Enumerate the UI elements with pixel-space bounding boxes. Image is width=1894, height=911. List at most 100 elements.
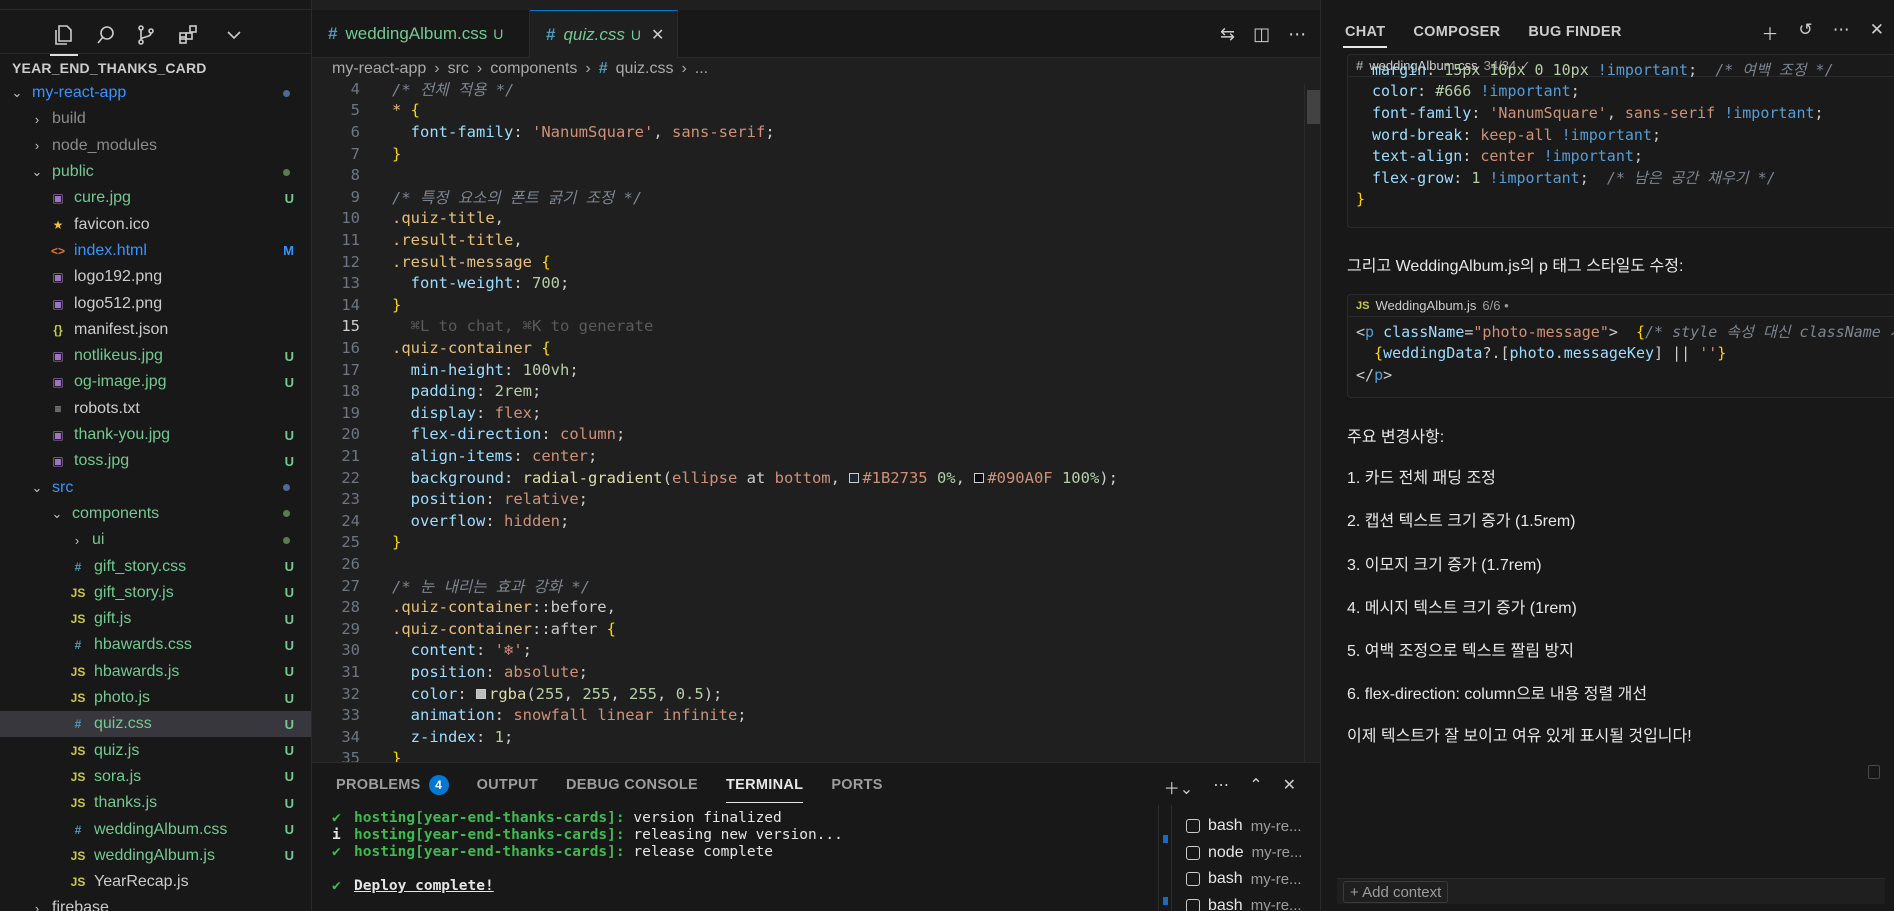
tab-composer[interactable]: COMPOSER bbox=[1413, 24, 1500, 40]
code-line[interactable]: 27 /* 눈 내리는 효과 강화 */ bbox=[312, 575, 590, 597]
code-line[interactable]: 22 background: radial-gradient(ellipse a… bbox=[312, 467, 1118, 489]
code-line[interactable]: 32 color: rgba(255, 255, 255, 0.5); bbox=[312, 683, 722, 705]
tab-chat[interactable]: CHAT bbox=[1342, 24, 1388, 48]
maximize-panel-icon[interactable]: ⌃ bbox=[1249, 775, 1262, 799]
tree-file[interactable]: JS sora.js U bbox=[0, 764, 311, 790]
code-line[interactable]: 11 .result-title, bbox=[312, 229, 522, 251]
color-swatch[interactable] bbox=[849, 473, 860, 484]
terminal-output[interactable]: ✔ hosting[year-end-thanks-cards]: version… bbox=[312, 805, 1162, 911]
extensions-icon[interactable] bbox=[168, 18, 208, 52]
chevron-right-icon[interactable]: › bbox=[30, 112, 44, 127]
code-line[interactable]: 16 .quiz-container { bbox=[312, 337, 550, 359]
code-line[interactable]: 26 bbox=[312, 553, 360, 575]
chevron-down-icon[interactable]: ⌄ bbox=[10, 85, 24, 101]
code-line[interactable]: 18 padding: 2rem; bbox=[312, 380, 541, 402]
tree-file[interactable]: JS hbawards.js U bbox=[0, 659, 311, 685]
code-line[interactable]: 9 /* 특정 요소의 폰트 굵기 조정 */ bbox=[312, 186, 643, 208]
tree-file[interactable]: JS gift_story.js U bbox=[0, 580, 311, 606]
code-line[interactable]: 12 .result-message { bbox=[312, 251, 550, 273]
code-line[interactable]: 29 .quiz-container::after { bbox=[312, 618, 616, 640]
compare-icon[interactable]: ⇆ bbox=[1220, 24, 1235, 45]
code-line[interactable]: 34 z-index: 1; bbox=[312, 726, 513, 748]
code-line[interactable]: 14} bbox=[312, 294, 401, 316]
color-swatch[interactable] bbox=[476, 689, 486, 700]
code-line[interactable]: 30 content: '❄'; bbox=[312, 640, 532, 662]
code-line[interactable]: 21 align-items: center; bbox=[312, 445, 597, 467]
tree-folder[interactable]: ⌄ public bbox=[0, 159, 311, 185]
tree-file[interactable]: <> index.html M bbox=[0, 238, 311, 264]
code-line[interactable]: 20 flex-direction: column; bbox=[312, 424, 625, 446]
tab-ports[interactable]: PORTS bbox=[831, 775, 882, 795]
split-editor-icon[interactable]: ◫ bbox=[1253, 24, 1270, 45]
tree-file[interactable]: # gift_story.css U bbox=[0, 553, 311, 579]
code-editor[interactable]: 4/* 전체 적용 */5 * {6 font-family: 'NanumSqu… bbox=[312, 78, 1312, 762]
breadcrumb-item[interactable]: src bbox=[448, 60, 469, 78]
editor-scroll-thumb[interactable] bbox=[1307, 90, 1321, 124]
tab-problems[interactable]: PROBLEMS 4 bbox=[336, 775, 449, 795]
breadcrumb-item[interactable]: components bbox=[490, 60, 577, 78]
tree-file[interactable]: JS YearRecap.js bbox=[0, 869, 311, 895]
code-line[interactable]: 13 font-weight: 700; bbox=[312, 272, 569, 294]
breadcrumb-item[interactable]: quiz.css bbox=[616, 60, 674, 78]
tree-file[interactable]: JS quiz.js U bbox=[0, 738, 311, 764]
color-swatch[interactable] bbox=[974, 473, 985, 484]
code-line[interactable]: 25} bbox=[312, 532, 401, 554]
code-line[interactable]: 10 .quiz-title, bbox=[312, 208, 504, 230]
tree-file[interactable]: # hbawards.css U bbox=[0, 632, 311, 658]
code-line[interactable]: 15 ⌘L to chat, ⌘K to generate bbox=[312, 316, 653, 338]
tab-bug-finder[interactable]: BUG FINDER bbox=[1528, 24, 1621, 40]
tab-terminal[interactable]: TERMINAL bbox=[726, 775, 804, 803]
tree-file[interactable]: ▣ logo192.png bbox=[0, 264, 311, 290]
code-line[interactable]: 5 * { bbox=[312, 100, 420, 122]
tree-file[interactable]: JS thanks.js U bbox=[0, 790, 311, 816]
breadcrumb-item[interactable]: my-react-app bbox=[332, 60, 426, 78]
tree-file[interactable]: JS gift.js U bbox=[0, 606, 311, 632]
code-block-filename[interactable]: WeddingAlbum.js bbox=[1375, 298, 1476, 313]
chevron-down-icon[interactable]: ⌄ bbox=[30, 480, 44, 496]
history-icon[interactable]: ↺ bbox=[1799, 20, 1813, 45]
terminal-instance[interactable]: bash my-re... bbox=[1186, 893, 1302, 911]
code-line[interactable]: 23 position: relative; bbox=[312, 488, 588, 510]
terminal-instance[interactable]: node my-re... bbox=[1186, 840, 1302, 866]
tree-file[interactable]: ▣ og-image.jpg U bbox=[0, 369, 311, 395]
code-line[interactable]: 19 display: flex; bbox=[312, 402, 541, 424]
tree-file[interactable]: ▣ logo512.png bbox=[0, 290, 311, 316]
code-line[interactable]: 17 min-height: 100vh; bbox=[312, 359, 578, 381]
chevron-right-icon[interactable]: › bbox=[30, 138, 44, 153]
tree-file[interactable]: {} manifest.json bbox=[0, 317, 311, 343]
tree-folder[interactable]: › ui bbox=[0, 527, 311, 553]
code-line[interactable]: 24 overflow: hidden; bbox=[312, 510, 569, 532]
tree-file[interactable]: ▣ toss.jpg U bbox=[0, 448, 311, 474]
close-icon[interactable]: ✕ bbox=[651, 25, 664, 45]
chat-input-area[interactable]: + Add context bbox=[1337, 878, 1885, 904]
tree-folder[interactable]: ⌄ components bbox=[0, 501, 311, 527]
tree-file[interactable]: JS photo.js U bbox=[0, 685, 311, 711]
tab-quiz-css[interactable]: # quiz.css U ✕ bbox=[530, 10, 678, 58]
new-chat-icon[interactable]: ＋ bbox=[1762, 20, 1779, 45]
add-context-button[interactable]: + Add context bbox=[1343, 881, 1449, 903]
terminal-scrollbar[interactable] bbox=[1158, 805, 1172, 911]
code-line[interactable]: 35} bbox=[312, 748, 401, 762]
more-actions-icon[interactable]: ⋯ bbox=[1833, 20, 1850, 45]
tree-file[interactable]: ▣ notlikeus.jpg U bbox=[0, 343, 311, 369]
tree-folder[interactable]: › firebase bbox=[0, 895, 311, 911]
chevron-down-icon[interactable]: ⌄ bbox=[50, 506, 64, 522]
breadcrumb-item[interactable]: ... bbox=[695, 60, 708, 78]
tree-folder[interactable]: › node_modules bbox=[0, 133, 311, 159]
files-icon[interactable] bbox=[44, 18, 84, 56]
code-line[interactable]: 28 .quiz-container::before, bbox=[312, 596, 616, 618]
code-line[interactable]: 6 font-family: 'NanumSquare', sans-serif… bbox=[312, 121, 775, 143]
source-control-icon[interactable] bbox=[126, 18, 166, 52]
tree-file[interactable]: ▣ thank-you.jpg U bbox=[0, 422, 311, 448]
tree-folder[interactable]: ⌄ src bbox=[0, 475, 311, 501]
terminal-instance[interactable]: bash my-re... bbox=[1186, 866, 1302, 892]
close-panel-icon[interactable]: ✕ bbox=[1283, 775, 1296, 799]
close-icon[interactable]: ✕ bbox=[1870, 20, 1884, 45]
editor-scrollbar[interactable] bbox=[1304, 84, 1321, 762]
chevron-right-icon[interactable]: › bbox=[70, 533, 84, 548]
code-line[interactable]: 7} bbox=[312, 143, 402, 165]
code-line[interactable]: 8 bbox=[312, 164, 360, 186]
tree-file[interactable]: # weddingAlbum.css U bbox=[0, 816, 311, 842]
tree-file[interactable]: JS weddingAlbum.js U bbox=[0, 843, 311, 869]
chevron-right-icon[interactable]: › bbox=[30, 901, 44, 911]
